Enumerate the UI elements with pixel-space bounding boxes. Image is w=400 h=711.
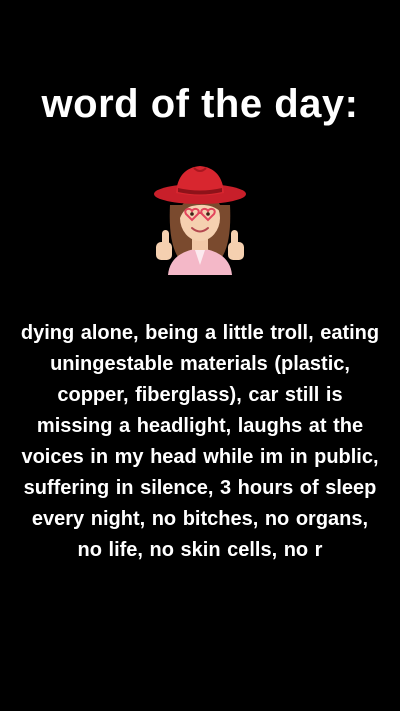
story-canvas: word of the day: dying alone, being a li… (0, 0, 400, 711)
definition-text: dying alone, being a little troll, eatin… (20, 322, 380, 561)
cowgirl-memoji-sticker-icon (150, 160, 250, 275)
word-of-the-day-title: word of the day: (41, 82, 359, 126)
